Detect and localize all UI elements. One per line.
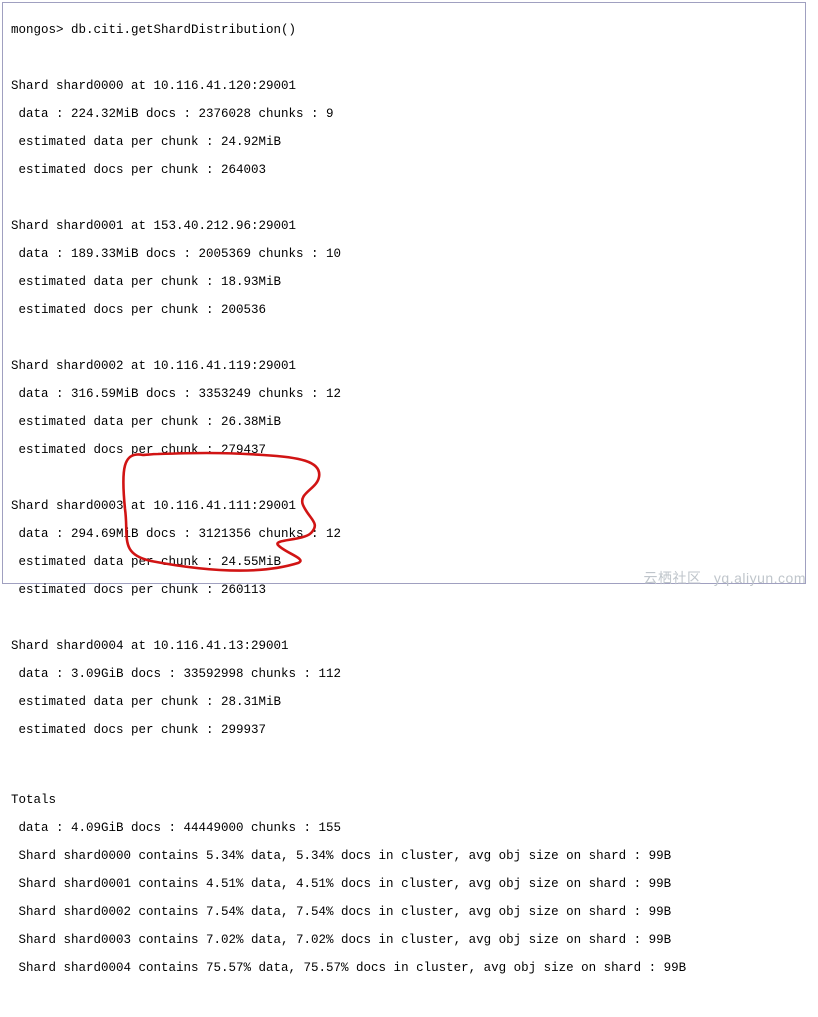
blank-line — [11, 51, 797, 65]
shard2-eopc: estimated docs per chunk : 279437 — [11, 443, 797, 457]
terminal-window: mongos> db.citi.getShardDistribution() S… — [2, 2, 806, 584]
totals-line-1: Shard shard0001 contains 4.51% data, 4.5… — [11, 877, 797, 891]
shard0-edpc: estimated data per chunk : 24.92MiB — [11, 135, 797, 149]
shard2-data: data : 316.59MiB docs : 3353249 chunks :… — [11, 387, 797, 401]
prompt-line: mongos> db.citi.getShardDistribution() — [11, 23, 797, 37]
watermark-cn: 云栖社区 — [644, 570, 702, 586]
shard1-edpc: estimated data per chunk : 18.93MiB — [11, 275, 797, 289]
totals-line-4: Shard shard0004 contains 75.57% data, 75… — [11, 961, 797, 975]
blank-line — [11, 331, 797, 345]
blank-line — [11, 611, 797, 625]
shard0-header: Shard shard0000 at 10.116.41.120:29001 — [11, 79, 797, 93]
blank-line — [11, 471, 797, 485]
totals-line-2: Shard shard0002 contains 7.54% data, 7.5… — [11, 905, 797, 919]
shard3-data: data : 294.69MiB docs : 3121356 chunks :… — [11, 527, 797, 541]
totals-section: Totals data : 4.09GiB docs : 44449000 ch… — [11, 779, 797, 989]
shard3-header: Shard shard0003 at 10.116.41.111:29001 — [11, 499, 797, 513]
shard1-data: data : 189.33MiB docs : 2005369 chunks :… — [11, 247, 797, 261]
totals-line-0: Shard shard0000 contains 5.34% data, 5.3… — [11, 849, 797, 863]
shard4-data: data : 3.09GiB docs : 33592998 chunks : … — [11, 667, 797, 681]
blank-line — [11, 191, 797, 205]
totals-header: Totals — [11, 793, 797, 807]
watermark-url: yq.aliyun.com — [714, 570, 806, 586]
shard2-header: Shard shard0002 at 10.116.41.119:29001 — [11, 359, 797, 373]
shard2-edpc: estimated data per chunk : 26.38MiB — [11, 415, 797, 429]
shard4-eopc: estimated docs per chunk : 299937 — [11, 723, 797, 737]
shard0-data: data : 224.32MiB docs : 2376028 chunks :… — [11, 107, 797, 121]
totals-line-3: Shard shard0003 contains 7.02% data, 7.0… — [11, 933, 797, 947]
shard3-edpc: estimated data per chunk : 24.55MiB — [11, 555, 797, 569]
shard1-eopc: estimated docs per chunk : 200536 — [11, 303, 797, 317]
watermark: 云栖社区 yq.aliyun.com — [644, 571, 806, 585]
totals-data: data : 4.09GiB docs : 44449000 chunks : … — [11, 821, 797, 835]
terminal-output: mongos> db.citi.getShardDistribution() S… — [11, 9, 797, 1017]
shard4-header: Shard shard0004 at 10.116.41.13:29001 — [11, 639, 797, 653]
shard0-eopc: estimated docs per chunk : 264003 — [11, 163, 797, 177]
shard4-edpc: estimated data per chunk : 28.31MiB — [11, 695, 797, 709]
shard1-header: Shard shard0001 at 153.40.212.96:29001 — [11, 219, 797, 233]
blank-line — [11, 751, 797, 765]
